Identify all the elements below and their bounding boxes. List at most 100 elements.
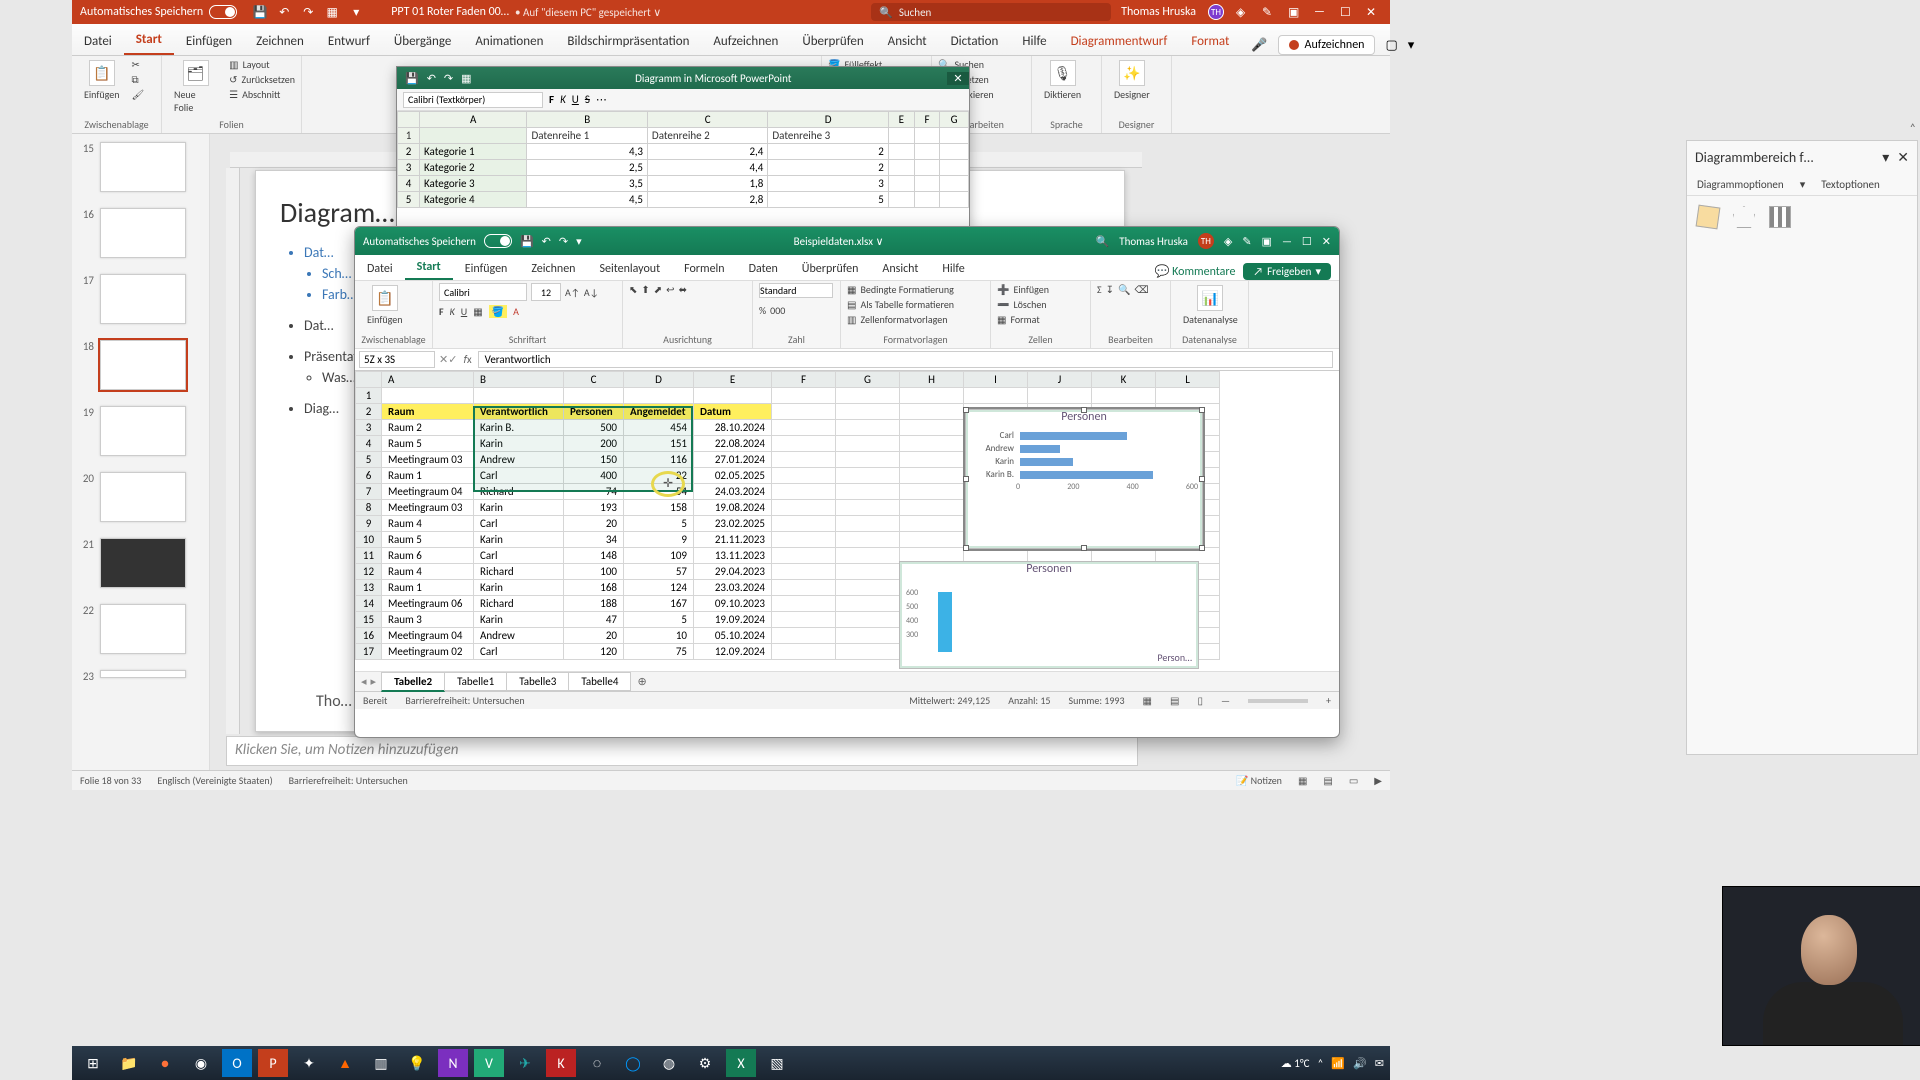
bold-button[interactable]: F — [439, 305, 444, 318]
dictate-button[interactable]: 🎙Diktieren — [1038, 58, 1087, 103]
zoom-out-icon[interactable]: — — [1221, 694, 1230, 707]
new-slide-button[interactable]: 🗂Neue Folie — [168, 58, 223, 116]
reset-button[interactable]: ↺ Zurücksetzen — [229, 73, 295, 86]
xl-undo-icon[interactable]: ↶ — [542, 235, 551, 248]
xl-paste[interactable]: 📋Einfügen — [361, 283, 409, 328]
xl-tab-hilfe[interactable]: Hilfe — [930, 258, 976, 280]
slide-thumb-22[interactable]: 22 — [72, 596, 209, 662]
xl-tab-daten[interactable]: Daten — [737, 258, 790, 280]
text-options-tab[interactable]: Textoptionen — [1821, 178, 1880, 191]
xl-font-select[interactable] — [439, 283, 527, 301]
slide-thumb-21[interactable]: 21 — [72, 530, 209, 596]
xl-autosave-toggle[interactable] — [484, 234, 512, 248]
cw-strike[interactable]: S — [585, 93, 590, 106]
format-painter-button[interactable]: 🖌 — [132, 88, 145, 101]
xl-qat-more[interactable]: ▾ — [576, 235, 582, 248]
pen-icon[interactable]: ✎ — [1262, 5, 1276, 19]
outlook-icon[interactable]: O — [222, 1049, 252, 1077]
cw-save-icon[interactable]: 💾 — [405, 72, 419, 85]
app-icon-2[interactable]: ▥ — [366, 1049, 396, 1077]
view-normal-icon[interactable]: ▦ — [1298, 774, 1307, 787]
xl-tab-start[interactable]: Start — [405, 256, 453, 280]
xl-pen-icon[interactable]: ✎ — [1242, 235, 1251, 248]
tab-einfuegen[interactable]: Einfügen — [174, 28, 244, 55]
steam-icon[interactable]: ◍ — [654, 1049, 684, 1077]
mail-icon[interactable]: ✉ — [1375, 1057, 1384, 1070]
tab-uebergaenge[interactable]: Übergänge — [382, 28, 463, 55]
slide-thumb-18[interactable]: 18 — [72, 332, 209, 398]
close-pane-icon[interactable]: ✕ — [1897, 149, 1909, 166]
font-color-button[interactable]: A — [513, 305, 519, 318]
add-sheet-icon[interactable]: ⊕ — [631, 673, 652, 690]
diamond-icon[interactable]: ◈ — [1236, 5, 1250, 19]
record-button[interactable]: Aufzeichnen — [1278, 35, 1376, 55]
search-box[interactable]: 🔍 Suchen — [871, 3, 1111, 21]
tab-format[interactable]: Format — [1179, 28, 1241, 55]
tab-dictation[interactable]: Dictation — [939, 28, 1011, 55]
view-break-icon[interactable]: ▯ — [1197, 694, 1203, 707]
xl-tab-zeichnen[interactable]: Zeichnen — [519, 258, 587, 280]
weather-icon[interactable]: ☁ 1°C — [1281, 1057, 1310, 1070]
enter-icon[interactable]: ✓ — [448, 353, 457, 366]
tab-ueberpruefen[interactable]: Überprüfen — [790, 28, 875, 55]
window-icon[interactable]: ▣ — [1288, 5, 1302, 19]
collapse-ribbon-icon[interactable]: ˄ — [1910, 122, 1916, 136]
cw-underline[interactable]: U — [572, 93, 579, 106]
tab-start[interactable]: Start — [124, 26, 174, 55]
view-reading-icon[interactable]: ▭ — [1349, 774, 1358, 787]
xl-save-icon[interactable]: 💾 — [520, 235, 534, 248]
cw-font[interactable] — [403, 92, 543, 108]
copy-button[interactable]: ⧉ — [132, 73, 145, 86]
tab-datei[interactable]: Datei — [72, 28, 124, 55]
tab-aufzeichnen[interactable]: Aufzeichnen — [701, 28, 790, 55]
lang-indicator[interactable]: Englisch (Vereinigte Staaten) — [157, 774, 272, 787]
chart-options-tab[interactable]: Diagrammoptionen — [1697, 178, 1784, 191]
mic-icon[interactable]: 🎤 — [1251, 38, 1267, 53]
autosum-icon[interactable]: Σ — [1097, 283, 1102, 296]
sheet-tab-tabelle3[interactable]: Tabelle3 — [506, 672, 569, 691]
embedded-chart-personen-bars[interactable]: Personen CarlAndrewKarinKarin B. 0200400… — [965, 409, 1203, 549]
xl-tab-ansicht[interactable]: Ansicht — [870, 258, 930, 280]
xl-tab-formeln[interactable]: Formeln — [672, 258, 736, 280]
autosave-toggle[interactable] — [209, 5, 237, 19]
cw-grid-icon[interactable]: ▦ — [461, 72, 471, 85]
start-button[interactable]: ⊞ — [78, 1049, 108, 1077]
qat-more-icon[interactable]: ▾ — [349, 5, 363, 19]
cw-more[interactable]: ⋯ — [596, 93, 607, 106]
fill-color-button[interactable]: 🪣 — [489, 305, 507, 318]
cw-bold[interactable]: F — [549, 93, 554, 106]
share-button[interactable]: ↗ Freigeben ▾ — [1243, 263, 1331, 280]
user-avatar[interactable]: TH — [1208, 4, 1224, 20]
comments-button[interactable]: 💬 Kommentare — [1154, 264, 1235, 279]
chevron-down-icon[interactable]: ▾ — [1882, 149, 1889, 166]
o-icon[interactable]: ◯ — [618, 1049, 648, 1077]
xl-close-icon[interactable]: ✕ — [1322, 235, 1331, 248]
chart-data-grid[interactable]: ABCDEFG 1Datenreihe 1Datenreihe 2Datenre… — [397, 111, 969, 208]
sheet-tab-tabelle2[interactable]: Tabelle2 — [381, 672, 445, 692]
slide-thumb-20[interactable]: 20 — [72, 464, 209, 530]
xl-fontsize[interactable] — [531, 283, 561, 301]
tab-hilfe[interactable]: Hilfe — [1010, 28, 1058, 55]
cw-italic[interactable]: K — [560, 93, 566, 106]
view-normal-grid-icon[interactable]: ▦ — [1143, 694, 1152, 707]
sheet-prev-icon[interactable]: ◂ — [361, 675, 367, 688]
border-button[interactable]: ▦ — [473, 305, 482, 318]
view-page-icon[interactable]: ▤ — [1170, 694, 1179, 707]
formula-input[interactable]: Verantwortlich — [478, 351, 1333, 368]
cell-styles[interactable]: ▥ Zellenformatvorlagen — [847, 313, 954, 326]
wrap-text[interactable]: ↩ — [666, 283, 674, 296]
windows-taskbar[interactable]: ⊞ 📁 ● ◉ O P ✦ ▲ ▥ 💡 N V ✈ K ◌ ◯ ◍ ⚙ X ▧ … — [72, 1046, 1390, 1080]
slide-counter[interactable]: Folie 18 von 33 — [80, 774, 141, 787]
user-name[interactable]: Thomas Hruska — [1121, 5, 1196, 19]
save-icon[interactable]: 💾 — [253, 5, 267, 19]
tab-animationen[interactable]: Animationen — [463, 28, 555, 55]
excel-file-name[interactable]: Beispieldaten.xlsx ∨ — [590, 235, 1088, 248]
present-icon[interactable]: ▢ — [1385, 38, 1397, 53]
minimize-icon[interactable]: — — [1314, 5, 1328, 19]
cond-fmt[interactable]: ▦ Bedingte Formatierung — [847, 283, 954, 296]
sheet-next-icon[interactable]: ▸ — [371, 675, 377, 688]
xl-dup-icon[interactable]: ▣ — [1262, 235, 1272, 248]
fill-line-icon[interactable] — [1696, 205, 1721, 230]
cancel-icon[interactable]: ✕ — [439, 353, 448, 366]
firefox-icon[interactable]: ● — [150, 1049, 180, 1077]
